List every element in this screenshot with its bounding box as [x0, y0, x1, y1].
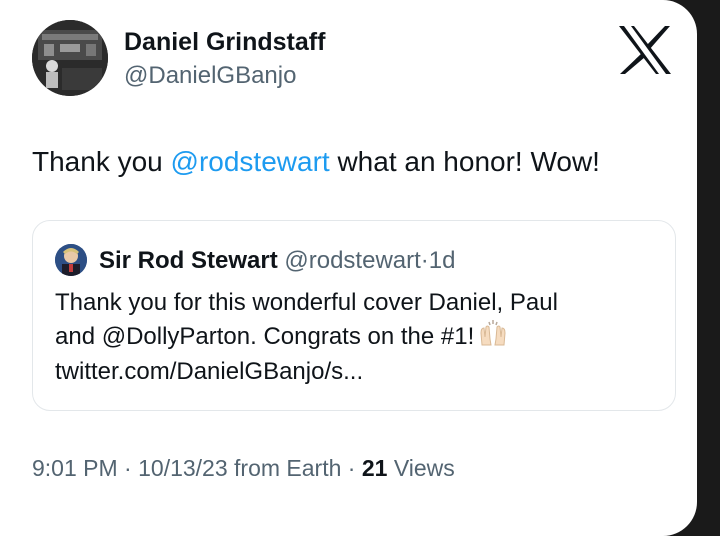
raising-hands-emoji-icon	[478, 319, 508, 356]
views-count[interactable]: 21	[362, 455, 388, 481]
quoted-line-with-emoji: and @DollyParton. Congrats on the #1!	[55, 319, 665, 356]
tweet-date[interactable]: 10/13/23	[138, 455, 228, 481]
quoted-line: and @DollyParton. Congrats on the #1!	[55, 322, 475, 350]
quoted-author-avatar[interactable]	[55, 244, 87, 276]
tweet-text-rest: what an honor! Wow!	[329, 146, 600, 177]
author-handle[interactable]: @DanielGBanjo	[124, 62, 296, 90]
quoted-display-name[interactable]: Sir Rod Stewart	[99, 247, 278, 274]
author-avatar[interactable]	[32, 20, 108, 96]
x-logo-icon	[617, 24, 673, 76]
quoted-header: Sir Rod Stewart @rodstewart·1d	[99, 247, 455, 275]
quoted-tweet[interactable]: Sir Rod Stewart @rodstewart·1d Thank you…	[32, 220, 676, 411]
quoted-body: Thank you for this wonderful cover Danie…	[55, 287, 665, 388]
tweet-text: Thank you @rodstewart what an honor! Wow…	[32, 146, 600, 178]
author-display-name[interactable]: Daniel Grindstaff	[124, 28, 325, 57]
mention-link[interactable]: @rodstewart	[171, 146, 330, 177]
quoted-time[interactable]: 1d	[429, 247, 456, 274]
tweet-time[interactable]: 9:01 PM	[32, 455, 118, 481]
quoted-separator: ·	[420, 247, 429, 274]
tweet-source: from Earth	[227, 455, 342, 481]
views-label: Views	[387, 455, 455, 481]
quoted-link[interactable]: twitter.com/DanielGBanjo/s...	[55, 356, 665, 388]
meta-separator: ·	[341, 455, 362, 481]
tweet-meta: 9:01 PM · 10/13/23 from Earth · 21 Views	[32, 455, 455, 482]
tweet-text-intro: Thank you	[32, 146, 171, 177]
quoted-line: Thank you for this wonderful cover Danie…	[55, 289, 558, 316]
meta-separator: ·	[117, 455, 139, 481]
tweet-card: Daniel Grindstaff @DanielGBanjo Thank yo…	[0, 0, 697, 536]
quoted-handle[interactable]: @rodstewart	[284, 247, 420, 274]
